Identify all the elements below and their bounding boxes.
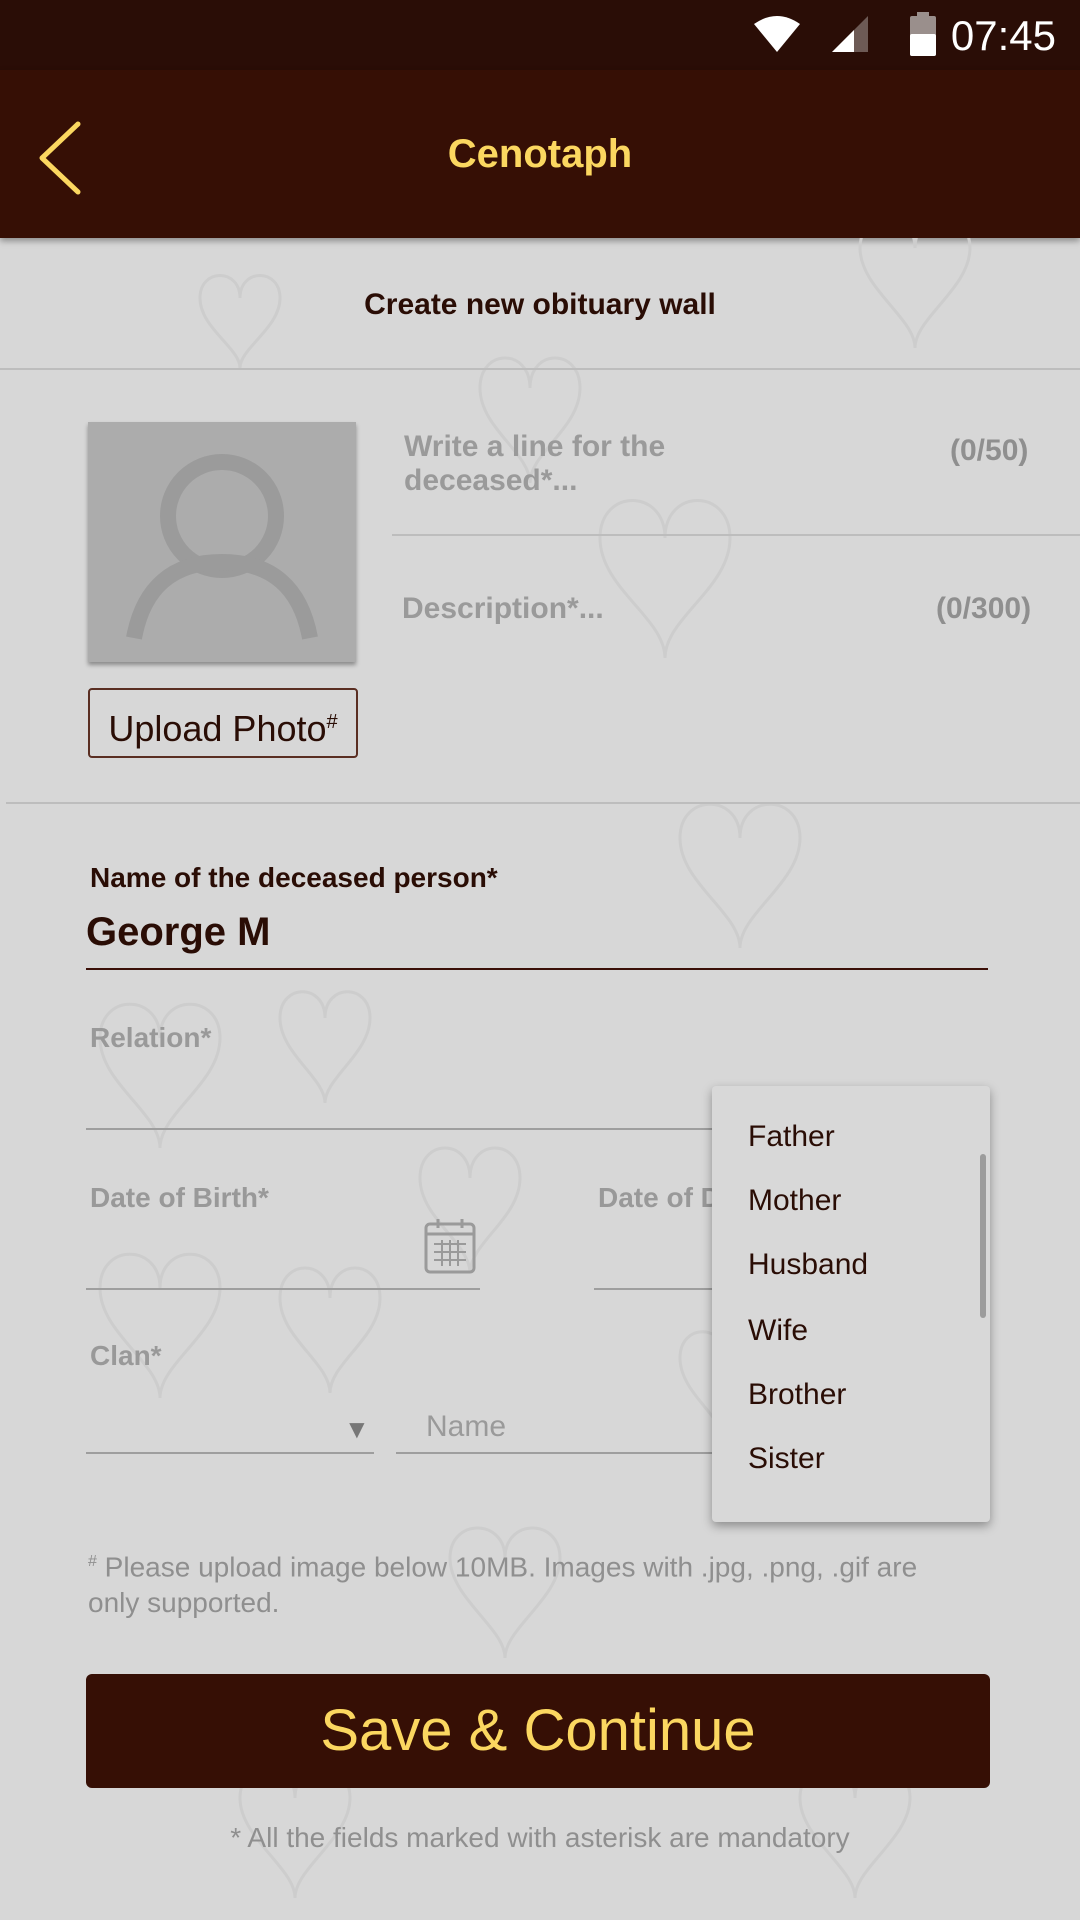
tagline-input[interactable]: Write a line for the deceased*... bbox=[404, 430, 824, 498]
footnote-mark: # bbox=[88, 1553, 97, 1570]
dropdown-item-mother[interactable]: Mother bbox=[748, 1184, 841, 1218]
relation-label: Relation* bbox=[90, 1022, 212, 1053]
dropdown-item-wife[interactable]: Wife bbox=[748, 1314, 808, 1348]
date-of-birth-label: Date of Birth* bbox=[90, 1182, 269, 1213]
tagline-underline bbox=[392, 534, 1080, 536]
name-input[interactable]: George M bbox=[86, 910, 270, 955]
date-of-birth-input[interactable] bbox=[86, 1288, 480, 1290]
clan-label: Clan* bbox=[90, 1340, 162, 1371]
wifi-icon bbox=[754, 16, 800, 52]
name-underline bbox=[86, 968, 988, 970]
divider bbox=[6, 802, 1080, 804]
battery-icon bbox=[910, 12, 936, 56]
dropdown-item-sister[interactable]: Sister bbox=[748, 1442, 825, 1476]
upload-photo-label: Upload Photo bbox=[108, 708, 327, 749]
mandatory-note: * All the fields marked with asterisk ar… bbox=[230, 1822, 850, 1853]
dropdown-scrollbar[interactable] bbox=[980, 1154, 986, 1318]
status-bar: 07:45 bbox=[0, 0, 1080, 70]
person-icon bbox=[126, 454, 318, 640]
name-label: Name of the deceased person* bbox=[90, 862, 498, 893]
save-continue-button[interactable]: Save & Continue bbox=[86, 1674, 990, 1788]
dropdown-item-brother[interactable]: Brother bbox=[748, 1378, 846, 1412]
date-of-death-label: Date of D bbox=[598, 1182, 721, 1213]
upload-photo-button[interactable]: Upload Photo# bbox=[88, 688, 358, 758]
section-title: Create new obituary wall bbox=[364, 288, 716, 321]
dropdown-item-husband[interactable]: Husband bbox=[748, 1248, 868, 1282]
calendar-icon[interactable] bbox=[424, 1218, 476, 1274]
footnote-text: Please upload image below 10MB. Images w… bbox=[88, 1551, 918, 1619]
description-input[interactable]: Description*... bbox=[402, 592, 604, 626]
signal-icon bbox=[832, 16, 868, 52]
clock: 07:45 bbox=[950, 12, 1056, 59]
app-title: Cenotaph bbox=[447, 132, 633, 176]
chevron-down-icon[interactable]: ▼ bbox=[344, 1414, 370, 1445]
divider bbox=[0, 368, 1080, 370]
app-bar: Cenotaph bbox=[0, 70, 1080, 238]
clan-name-input[interactable]: Name bbox=[426, 1410, 506, 1444]
dropdown-item-father[interactable]: Father bbox=[748, 1120, 835, 1154]
clan-select[interactable] bbox=[86, 1452, 374, 1454]
upload-footnote: # Please upload image below 10MB. Images… bbox=[88, 1544, 968, 1621]
description-counter: (0/300) bbox=[936, 592, 1032, 625]
upload-photo-footnote-mark: # bbox=[326, 711, 338, 733]
photo-placeholder[interactable] bbox=[88, 422, 356, 662]
relation-dropdown[interactable]: Father Mother Husband Wife Brother Siste… bbox=[712, 1086, 990, 1522]
tagline-counter: (0/50) bbox=[950, 434, 1029, 467]
